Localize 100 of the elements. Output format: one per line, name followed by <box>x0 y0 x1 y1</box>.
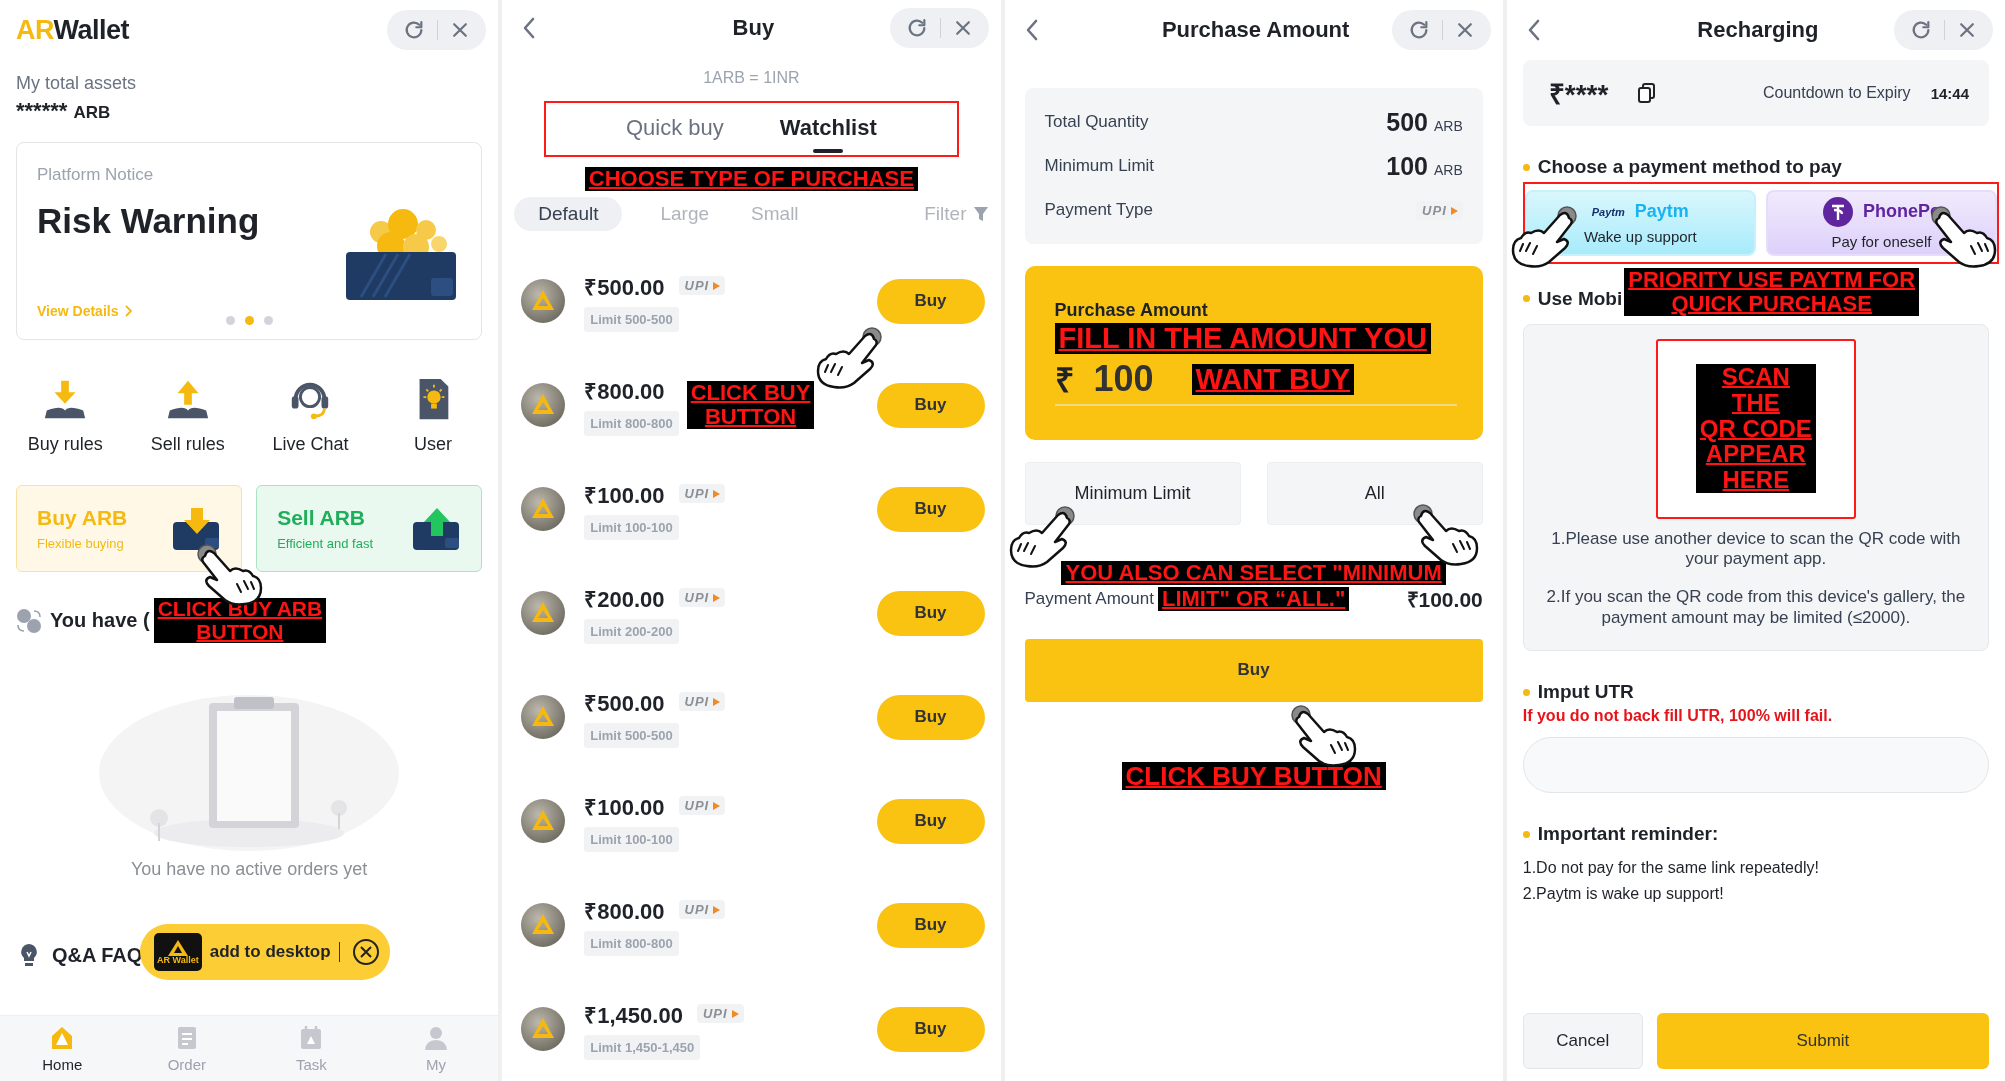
triangle-logo-icon <box>167 939 188 956</box>
exchange-rate: 1ARB = 1INR <box>702 69 801 87</box>
qr-tip: 1.Please use another device to scan the QR code with your payment app. <box>1550 528 1962 570</box>
shortcut-button[interactable]: User <box>371 376 495 455</box>
back-icon <box>522 15 537 40</box>
quick-select-button[interactable]: All <box>1266 462 1483 525</box>
amount-label: Purchase Amount <box>1054 300 1209 321</box>
buy-button[interactable]: Buy <box>1024 638 1483 702</box>
buy-button[interactable]: Buy <box>876 382 985 428</box>
section-heading: Choose a payment method to pay <box>1522 156 1842 178</box>
refresh-icon <box>1910 19 1932 41</box>
offer-price: ₹800.00 <box>584 897 665 925</box>
orders-heading: You have ( <box>50 609 150 633</box>
reminder-text: 1.Do not pay for the same link repeatedly! <box>1522 858 1820 879</box>
upi-badge: UPI <box>678 276 726 295</box>
card-subtitle: Flexible buying <box>37 536 125 551</box>
funnel-icon <box>972 206 989 222</box>
balance-unit: ARB <box>73 103 111 123</box>
logo-caption: AR Wallet <box>157 955 199 965</box>
coin-icon <box>520 798 567 844</box>
screen-title: Recharging <box>1697 17 1819 43</box>
utr-warning: If you do not back fill UTR, 100% will fail. <box>1522 707 1834 726</box>
coin-icon <box>520 1006 567 1052</box>
coin-icon <box>520 902 567 948</box>
offer-price: ₹200.00 <box>584 585 665 613</box>
instruction-label: SCAN THE QR CODE APPEAR HERE <box>1695 363 1816 494</box>
reminder-text: 2.Paytm is wake up support! <box>1522 883 1725 904</box>
upi-badge: UPI <box>678 796 726 815</box>
limit-tag: Limit 100-100 <box>584 514 679 540</box>
section-heading: Important reminder: <box>1522 823 1719 846</box>
card-title: Sell ARB <box>277 506 367 530</box>
buy-button[interactable]: Buy <box>876 694 985 740</box>
limit-tag: Limit 100-100 <box>584 826 679 852</box>
coin-icon <box>520 694 567 740</box>
offer-price: ₹1,450.00 <box>584 1001 683 1029</box>
detail-label: Minimum Limit <box>1044 156 1155 176</box>
currency-exchange-icon <box>16 607 42 634</box>
nav-tab[interactable]: Home <box>0 1016 125 1081</box>
buy-button[interactable]: Buy <box>876 486 985 532</box>
section-heading: Imput UTR <box>1522 681 1634 704</box>
back-icon <box>1526 18 1541 42</box>
copy-icon <box>1638 83 1657 103</box>
limit-tag: Limit 800-800 <box>584 410 679 436</box>
upi-badge: UPI <box>678 900 726 919</box>
buy-button[interactable]: Buy <box>876 798 985 844</box>
buy-button[interactable]: Buy <box>876 278 985 324</box>
coin-icon <box>520 590 567 636</box>
detail-value: 100 <box>1386 151 1428 181</box>
notice-title: Risk Warning <box>37 201 261 241</box>
shortcut-button[interactable]: Live Chat <box>249 376 372 455</box>
offer-price: ₹500.00 <box>584 273 665 301</box>
assets-label: My total assets <box>16 73 138 94</box>
method-name: Paytm <box>1634 201 1689 222</box>
screen-title: Buy <box>732 14 775 41</box>
cancel-button[interactable]: Cancel <box>1522 1013 1643 1069</box>
detail-label: Total Quantity <box>1044 112 1149 132</box>
instruction-label: PRIORITY USE PAYTM FOR QUICK PURCHASE <box>1624 268 1920 316</box>
instruction-label: CLICK BUY BUTTON <box>686 381 815 429</box>
countdown-time: 14:44 <box>1930 84 1969 102</box>
buy-button[interactable]: Buy <box>876 1006 985 1052</box>
card-title: Buy ARB <box>37 506 128 530</box>
offer-price: ₹800.00 <box>584 377 665 405</box>
limit-tag: Limit 500-500 <box>584 722 679 748</box>
upi-badge: UPI <box>678 588 726 607</box>
upi-badge: UPI <box>696 1004 744 1023</box>
buy-button[interactable]: Buy <box>876 590 985 636</box>
offer-price: ₹500.00 <box>584 689 665 717</box>
faq-link[interactable]: Q&A FAQ <box>16 942 143 969</box>
upi-badge: UPI <box>678 692 726 711</box>
rupee-symbol: ₹ <box>1054 360 1074 402</box>
instruction-label: FILL IN THE AMOUNT YOU <box>1054 323 1431 355</box>
detail-unit: ARB <box>1433 117 1463 134</box>
limit-tag: Limit 500-500 <box>584 306 679 332</box>
payment-amount-label: Payment Amount <box>1024 588 1154 609</box>
instruction-label: CLICK BUY BUTTON <box>1121 761 1386 790</box>
shortcut-button[interactable]: Buy rules <box>4 376 127 455</box>
section-heading: Use Mobi <box>1522 287 1623 310</box>
filter-chip[interactable]: Default <box>514 197 623 231</box>
detail-value: 500 <box>1386 107 1428 137</box>
submit-button[interactable]: Submit <box>1656 1013 1989 1069</box>
copy-button[interactable] <box>1638 83 1657 103</box>
offer-price: ₹100.00 <box>584 793 665 821</box>
close-circle-icon <box>352 938 380 966</box>
close-icon <box>1957 20 1977 40</box>
empty-orders-text: You have no active orders yet <box>129 859 369 881</box>
dismiss-button[interactable] <box>352 938 380 966</box>
method-note: Wake up support <box>1583 228 1697 245</box>
offer-price: ₹100.00 <box>584 481 665 509</box>
circle-logo-icon <box>1822 196 1853 227</box>
shortcut-button[interactable]: Sell rules <box>126 376 250 455</box>
amount-input[interactable]: 100 <box>1093 358 1184 401</box>
method-note: Pay for oneself <box>1831 232 1932 250</box>
amount-value: ₹**** <box>1548 78 1609 112</box>
buy-button[interactable]: Buy <box>876 902 985 948</box>
instruction-label: YOU ALSO CAN SELECT "MINIMUM <box>1061 561 1446 585</box>
upi-badge: UPI <box>678 484 726 503</box>
tab[interactable]: Quick buy <box>621 103 728 156</box>
quick-select-button[interactable]: Minimum Limit <box>1024 462 1241 525</box>
limit-tag: Limit 1,450-1,450 <box>584 1034 701 1060</box>
tab[interactable]: Watchlist <box>775 103 881 156</box>
